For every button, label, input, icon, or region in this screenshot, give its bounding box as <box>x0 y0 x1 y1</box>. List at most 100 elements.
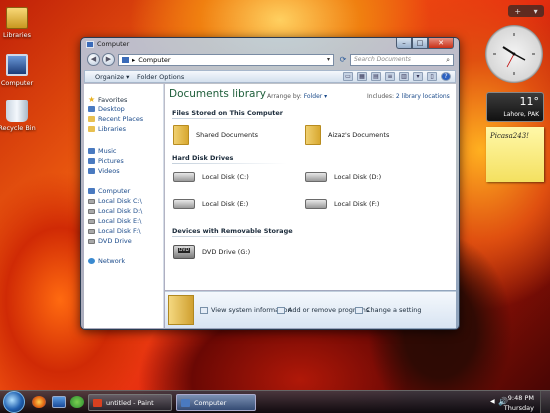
paint-icon <box>93 398 102 407</box>
details-pane: View system information Add or remove pr… <box>165 291 456 328</box>
item-label: Local Disk (C:) <box>202 173 249 181</box>
sticky-note-text: Picasa243! <box>490 132 529 140</box>
folder-item-shared-documents[interactable]: Shared Documents <box>173 125 258 145</box>
refresh-button[interactable]: ⟳ <box>336 54 350 66</box>
desktop-icon-computer[interactable]: Computer <box>0 54 42 87</box>
back-button[interactable]: ◀ <box>87 53 100 66</box>
clock-gadget[interactable] <box>485 25 543 83</box>
nav-label: Local Disk C:\ <box>98 197 142 205</box>
arrange-by-label: Arrange by: <box>267 93 302 100</box>
folder-item-user-documents[interactable]: Aizaz's Documents <box>305 125 389 145</box>
drive-item-e[interactable]: Local Disk (E:) <box>173 199 248 209</box>
nav-item-dvd-drive[interactable]: DVD Drive <box>88 237 132 245</box>
clock-face-icon <box>493 33 535 75</box>
messenger-icon[interactable] <box>70 396 84 408</box>
address-bar[interactable]: ▸ Computer ▾ <box>118 54 334 66</box>
section-hard-disk-drives: Hard Disk Drives <box>172 154 234 162</box>
drive-item-d[interactable]: Local Disk (D:) <box>305 172 381 182</box>
firefox-icon[interactable] <box>32 396 46 408</box>
pictures-icon <box>88 158 95 164</box>
taskbar-button-computer[interactable]: Computer <box>176 394 256 411</box>
includes-link[interactable]: 2 library locations <box>396 93 450 100</box>
desktop-icon-recycle-bin[interactable]: Recycle Bin <box>0 100 42 132</box>
weather-gadget[interactable]: 11° Lahore, PAK <box>486 92 544 122</box>
close-button[interactable]: ✕ <box>428 38 454 49</box>
videos-icon <box>88 168 95 174</box>
nav-item-network[interactable]: Network <box>88 257 125 265</box>
system-tray: ◀ 🔊 9:48 PM Thursday <box>490 391 550 413</box>
title-bar[interactable]: Computer – □ ✕ <box>81 38 459 51</box>
chevron-right-icon: ▸ <box>132 56 136 64</box>
gadget-menu-button[interactable]: ▾ <box>534 7 538 16</box>
nav-item-local-disk-f[interactable]: Local Disk F:\ <box>88 227 141 235</box>
nav-item-desktop[interactable]: Desktop <box>88 105 125 113</box>
change-setting-button[interactable]: Change a setting <box>355 306 422 314</box>
libraries-icon <box>6 7 28 29</box>
show-desktop-button[interactable] <box>540 391 550 413</box>
hard-disk-icon <box>88 228 95 234</box>
sticky-note-gadget[interactable]: Picasa243! <box>486 127 544 182</box>
taskbar-button-paint[interactable]: untitled - Paint <box>88 394 172 411</box>
nav-label: Local Disk D:\ <box>98 207 143 215</box>
nav-label: Favorites <box>98 95 128 104</box>
chevron-down-icon[interactable]: ▾ <box>327 56 330 63</box>
nav-item-computer[interactable]: Computer <box>88 187 130 195</box>
more-views-icon[interactable]: ▾ <box>413 72 423 81</box>
add-gadget-button[interactable]: + <box>514 7 521 16</box>
navigation-row: ◀ ▶ ▸ Computer ▾ ⟳ Search Documents ⌕ <box>84 52 456 68</box>
nav-item-videos[interactable]: Videos <box>88 167 120 175</box>
search-input[interactable]: Search Documents ⌕ <box>350 54 454 66</box>
clock-day[interactable]: Thursday <box>504 404 534 412</box>
nav-item-local-disk-e[interactable]: Local Disk E:\ <box>88 217 141 225</box>
hard-disk-icon <box>88 208 95 214</box>
nav-item-music[interactable]: Music <box>88 147 117 155</box>
nav-item-local-disk-c[interactable]: Local Disk C:\ <box>88 197 142 205</box>
libraries-icon <box>88 126 95 132</box>
nav-item-libraries[interactable]: Libraries <box>88 125 126 133</box>
start-button[interactable] <box>3 391 25 413</box>
folder-icon <box>173 125 189 145</box>
nav-item-recent-places[interactable]: Recent Places <box>88 115 143 123</box>
preview-pane-icon[interactable]: ▭ <box>343 72 353 81</box>
forward-button[interactable]: ▶ <box>102 53 115 66</box>
drive-item-dvd[interactable]: DVD Drive (G:) <box>173 245 250 259</box>
includes: Includes: 2 library locations <box>367 93 450 100</box>
pane-toggle-icon[interactable]: ▯ <box>427 72 437 81</box>
nav-label: Videos <box>98 167 120 175</box>
medium-icons-view-icon[interactable]: ▤ <box>371 72 381 81</box>
details-view-icon[interactable]: ≡ <box>385 72 395 81</box>
folder-icon <box>168 295 194 325</box>
hard-disk-icon <box>88 218 95 224</box>
tiles-view-icon[interactable]: ▥ <box>399 72 409 81</box>
hard-disk-icon <box>88 198 95 204</box>
nav-item-favorites[interactable]: ★ Favorites <box>88 95 127 104</box>
weather-temperature: 11° <box>519 95 540 108</box>
clock-time[interactable]: 9:48 PM <box>508 394 534 402</box>
nav-label: Network <box>98 257 126 265</box>
nav-item-local-disk-d[interactable]: Local Disk D:\ <box>88 207 142 215</box>
desktop-icon-libraries[interactable]: Libraries <box>0 7 42 39</box>
arrange-by[interactable]: Arrange by: Folder ▾ <box>267 93 327 100</box>
gadget-toolbar[interactable]: + ▾ <box>508 5 544 17</box>
task-label: untitled - Paint <box>106 398 154 407</box>
navigation-pane: ★ Favorites Desktop Recent Places Librar… <box>84 84 164 328</box>
tray-expand-icon[interactable]: ◀ <box>490 398 495 405</box>
programs-icon <box>277 306 285 314</box>
network-icon <box>88 258 95 264</box>
folder-options-button[interactable]: Folder Options <box>137 73 184 81</box>
nav-item-pictures[interactable]: Pictures <box>88 157 124 165</box>
minimize-button[interactable]: – <box>396 38 412 49</box>
arrange-by-value[interactable]: Folder ▾ <box>304 93 327 100</box>
system-info-icon <box>200 306 208 314</box>
content-pane: Documents library Arrange by: Folder ▾ I… <box>165 84 456 290</box>
search-placeholder: Search Documents <box>354 56 411 63</box>
drive-item-f[interactable]: Local Disk (F:) <box>305 199 379 209</box>
show-desktop-icon[interactable] <box>52 396 66 408</box>
large-icons-view-icon[interactable]: ▦ <box>357 72 367 81</box>
address-text: Computer <box>138 56 171 64</box>
maximize-button[interactable]: □ <box>412 38 428 49</box>
drive-item-c[interactable]: Local Disk (C:) <box>173 172 249 182</box>
organize-button[interactable]: Organize ▾ <box>95 73 129 81</box>
task-label: Computer <box>194 398 227 407</box>
help-icon[interactable]: ? <box>441 72 451 81</box>
